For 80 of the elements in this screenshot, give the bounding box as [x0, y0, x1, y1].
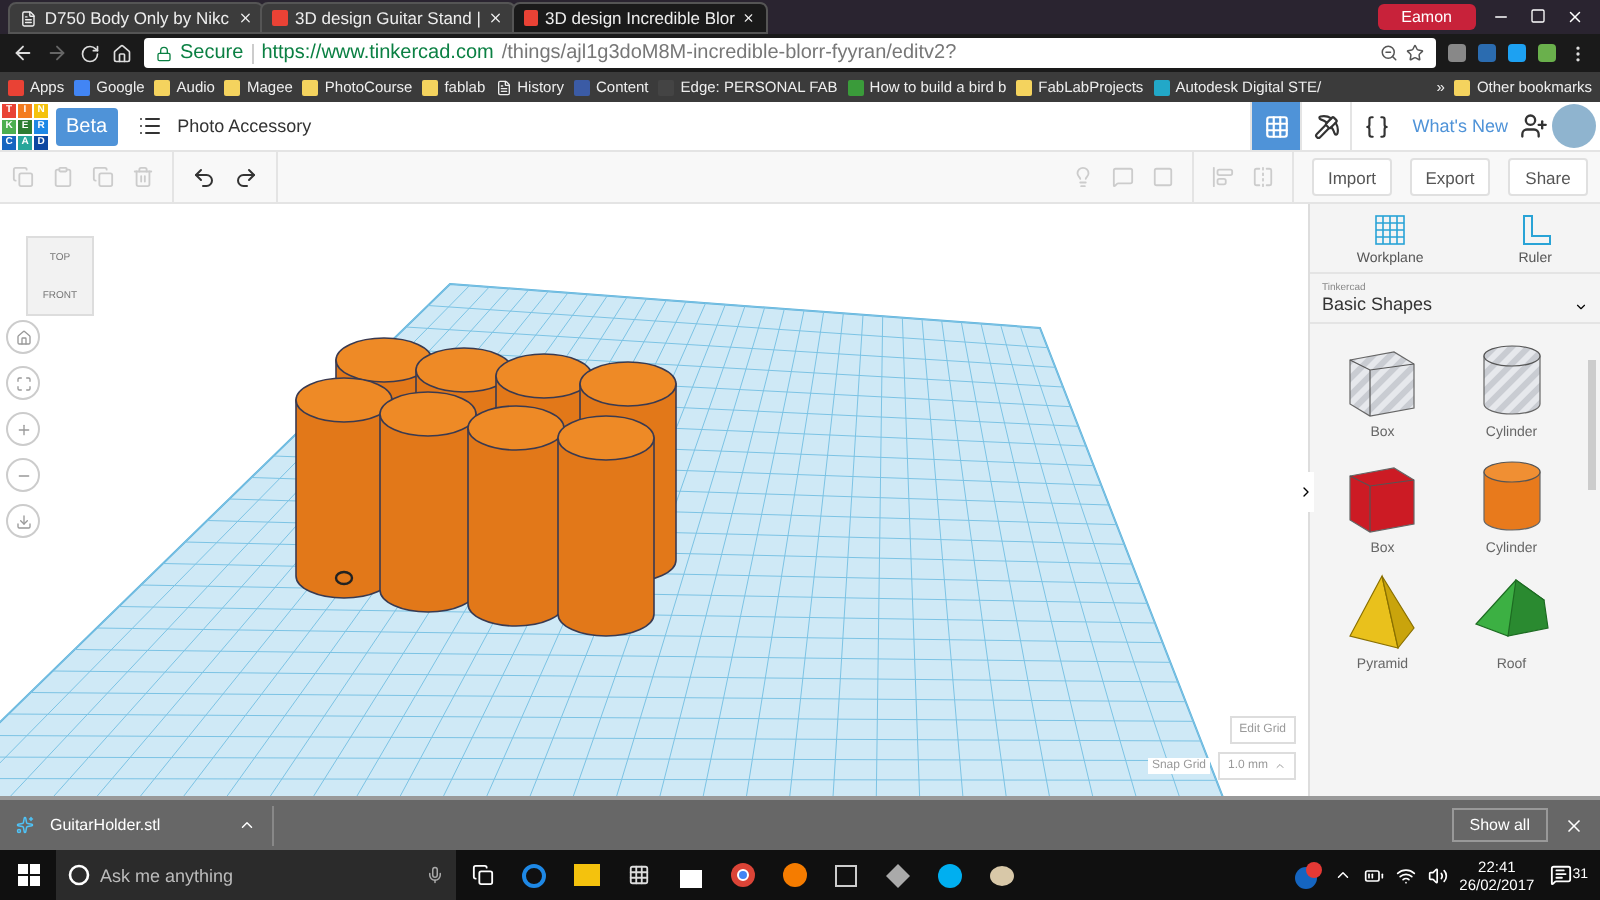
lightbulb-icon [1072, 166, 1094, 188]
shape-icon [1152, 166, 1174, 188]
browser-tab[interactable]: 3D design Guitar Stand | [260, 2, 516, 34]
align-icon [1212, 166, 1234, 188]
close-icon [1566, 8, 1584, 26]
grid-icon [1263, 113, 1290, 139]
back-icon [12, 42, 34, 64]
site-icon [8, 79, 24, 95]
forward-icon [46, 42, 68, 64]
chevron-up-icon [238, 816, 256, 834]
page-icon [495, 79, 512, 95]
caret-up-icon [1274, 760, 1286, 772]
roof-shape-icon[interactable] [1474, 578, 1549, 637]
home-icon [112, 43, 132, 63]
caret-down-icon [1574, 300, 1588, 314]
toolbar-button[interactable]: Import [1312, 158, 1392, 196]
cylinder-shape-icon[interactable] [1482, 345, 1541, 415]
ruler-icon [1517, 212, 1554, 248]
speech-bubble-icon [1550, 864, 1573, 886]
ring-icon [68, 864, 90, 886]
url-path: /things/ajl1g3doM8M-incredible-blorr-fyyran/editv2? [501, 42, 959, 64]
close-icon [1564, 815, 1584, 835]
secure-label: Secure [180, 42, 244, 64]
paste-icon [52, 166, 74, 188]
cylinders-drawing[interactable] [295, 337, 677, 637]
bricks-view-button[interactable] [1300, 102, 1351, 150]
box-shape-icon[interactable] [1349, 467, 1416, 533]
scrollbar-thumb[interactable] [1588, 360, 1596, 490]
pyramid-shape-icon[interactable] [1349, 574, 1416, 650]
search-field[interactable]: Ask me anything [56, 850, 456, 900]
close-icon [742, 10, 756, 26]
cylinder-shape-icon[interactable] [1482, 461, 1541, 531]
trash-icon [132, 166, 154, 188]
chevron-right-icon [1298, 484, 1314, 500]
close-icon [237, 10, 252, 26]
page-icon [20, 9, 37, 27]
help-alert-icon[interactable] [1293, 861, 1322, 889]
download-item[interactable]: GuitarHolder.stl [16, 805, 274, 845]
microphone-icon [426, 866, 444, 884]
add-user-icon [1520, 112, 1548, 140]
close-icon [488, 10, 504, 26]
duplicate-icon [92, 166, 114, 188]
url-host: https://www.tinkercad.com [261, 42, 494, 64]
undo-icon [192, 165, 216, 189]
download-icon [15, 513, 31, 529]
reload-icon [80, 43, 100, 63]
volume-icon [1427, 865, 1448, 885]
site-icon [74, 79, 91, 95]
pickaxe-icon [1313, 113, 1340, 139]
box-shape-icon[interactable] [1349, 351, 1416, 417]
zoom-out-icon [1380, 44, 1398, 62]
design-title: Photo Accessory [177, 116, 312, 136]
redo-icon [234, 165, 258, 189]
site-icon [847, 79, 864, 95]
braces-icon [1363, 113, 1390, 139]
origin-marker-icon [334, 570, 354, 586]
home-icon [15, 329, 31, 345]
lock-icon [156, 45, 172, 61]
grid-plane-icon [1372, 212, 1409, 248]
windows-logo-icon [17, 864, 39, 886]
profile-button[interactable]: Eamon [1377, 4, 1476, 30]
site-icon [573, 79, 590, 95]
mirror-icon [1252, 166, 1274, 188]
beta-badge: Beta [56, 107, 118, 145]
restore-icon [1530, 8, 1546, 24]
plus-icon [15, 421, 31, 437]
show-all-button[interactable]: Show all [1451, 808, 1548, 842]
copy-icon [12, 166, 34, 188]
chevron-up-icon [1333, 866, 1352, 884]
star-icon [1406, 44, 1424, 62]
fit-icon [15, 375, 31, 391]
browser-tab[interactable]: D750 Body Only by Nikc [8, 2, 264, 34]
browser-tab[interactable]: 3D design Incredible Blor [512, 2, 768, 34]
wifi-icon [1395, 865, 1416, 885]
toolbar-button[interactable]: Share [1508, 158, 1588, 196]
toolbar-button[interactable]: Export [1410, 158, 1490, 196]
address-bar[interactable]: Secure https://www.tinkercad.com /things/ajl1g3doM8M-incredible-blorr-fyyran/editv2? [144, 38, 1436, 68]
site-icon [1153, 79, 1170, 95]
note-icon [1112, 166, 1134, 188]
battery-icon [1363, 865, 1384, 885]
